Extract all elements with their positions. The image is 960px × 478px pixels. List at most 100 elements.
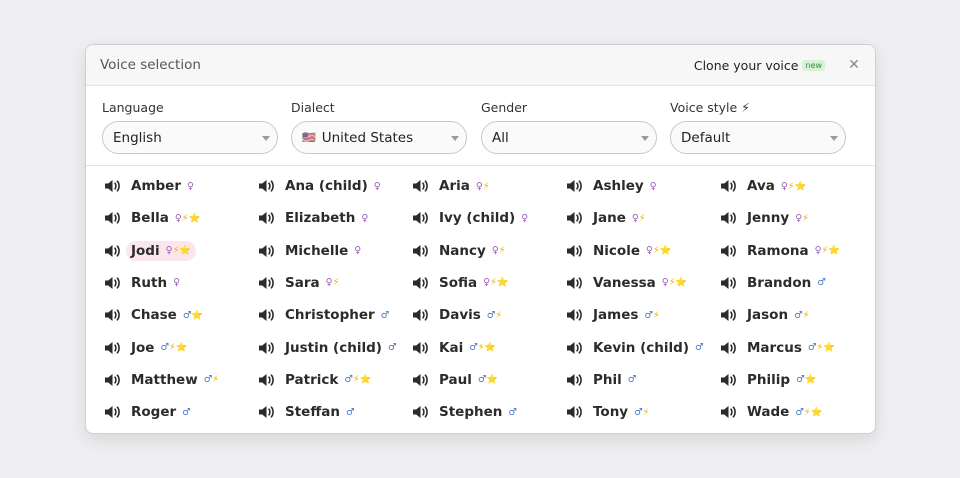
voice-name-wrap[interactable]: Nancy ♀ ⚡ xyxy=(434,241,510,261)
voice-name-wrap[interactable]: Kevin (child) ♂ xyxy=(588,338,709,358)
voice-item[interactable]: Joe ♂ ⚡ ⭐ xyxy=(104,336,193,360)
speaker-icon[interactable] xyxy=(258,307,276,323)
voice-name-wrap[interactable]: Brandon ♂ xyxy=(742,273,831,293)
voice-name-wrap[interactable]: Steffan ♂ xyxy=(280,402,360,422)
voice-item[interactable]: Kevin (child) ♂ xyxy=(566,336,709,360)
voice-item[interactable]: Jason ♂ ⚡ xyxy=(720,303,814,327)
speaker-icon[interactable] xyxy=(412,243,430,259)
speaker-icon[interactable] xyxy=(720,372,738,388)
speaker-icon[interactable] xyxy=(412,178,430,194)
voice-style-select[interactable]: Default xyxy=(670,121,846,154)
speaker-icon[interactable] xyxy=(104,372,122,388)
voice-item[interactable]: Nancy ♀ ⚡ xyxy=(412,239,510,263)
voice-item[interactable]: Ramona ♀ ⚡ ⭐ xyxy=(720,239,845,263)
voice-item[interactable]: Patrick ♂ ⚡ ⭐ xyxy=(258,368,376,392)
speaker-icon[interactable] xyxy=(720,210,738,226)
voice-item[interactable]: Wade ♂ ⚡ ⭐ xyxy=(720,400,827,424)
voice-name-wrap[interactable]: Sara ♀ ⚡ xyxy=(280,273,344,293)
voice-name-wrap[interactable]: Tony ♂ ⚡ xyxy=(588,402,654,422)
speaker-icon[interactable] xyxy=(104,307,122,323)
speaker-icon[interactable] xyxy=(720,243,738,259)
language-select[interactable]: English xyxy=(102,121,278,154)
speaker-icon[interactable] xyxy=(412,307,430,323)
voice-name-wrap[interactable]: Wade ♂ ⚡ ⭐ xyxy=(742,402,827,422)
voice-name-wrap[interactable]: Justin (child) ♂ xyxy=(280,338,401,358)
speaker-icon[interactable] xyxy=(258,404,276,420)
voice-item[interactable]: Davis ♂ ⚡ xyxy=(412,303,507,327)
voice-name-wrap[interactable]: Jenny ♀ ⚡ xyxy=(742,208,814,228)
voice-name-wrap[interactable]: Bella ♀ ⚡ ⭐ xyxy=(126,208,205,228)
clone-voice-label[interactable]: Clone your voice xyxy=(694,58,799,73)
voice-item[interactable]: James ♂ ⚡ xyxy=(566,303,665,327)
voice-item[interactable]: Phil ♂ xyxy=(566,368,641,392)
speaker-icon[interactable] xyxy=(104,210,122,226)
voice-name-wrap[interactable]: Chase ♂ ⭐ xyxy=(126,305,208,325)
voice-item[interactable]: Ashley ♀ xyxy=(566,174,662,198)
speaker-icon[interactable] xyxy=(720,307,738,323)
speaker-icon[interactable] xyxy=(566,178,584,194)
voice-name-wrap[interactable]: Ashley ♀ xyxy=(588,176,662,196)
voice-name-wrap[interactable]: Jason ♂ ⚡ xyxy=(742,305,814,325)
dialect-select[interactable]: 🇺🇸 United States xyxy=(291,121,467,154)
voice-name-wrap[interactable]: Roger ♂ xyxy=(126,402,196,422)
voice-item[interactable]: Brandon ♂ xyxy=(720,271,831,295)
voice-name-wrap[interactable]: Marcus ♂ ⚡ ⭐ xyxy=(742,338,840,358)
voice-name-wrap[interactable]: Sofia ♀ ⚡ ⭐ xyxy=(434,273,514,293)
voice-name-wrap[interactable]: Aria ♀ ⚡ xyxy=(434,176,494,196)
voice-name-wrap[interactable]: Paul ♂ ⭐ xyxy=(434,370,503,390)
speaker-icon[interactable] xyxy=(566,340,584,356)
speaker-icon[interactable] xyxy=(104,404,122,420)
gender-select[interactable]: All xyxy=(481,121,657,154)
speaker-icon[interactable] xyxy=(566,404,584,420)
voice-name-wrap[interactable]: Elizabeth ♀ xyxy=(280,208,373,228)
speaker-icon[interactable] xyxy=(258,178,276,194)
voice-item[interactable]: Bella ♀ ⚡ ⭐ xyxy=(104,206,205,230)
speaker-icon[interactable] xyxy=(412,210,430,226)
speaker-icon[interactable] xyxy=(412,372,430,388)
speaker-icon[interactable] xyxy=(566,243,584,259)
voice-name-wrap[interactable]: Michelle ♀ xyxy=(280,241,366,261)
voice-item[interactable]: Ivy (child) ♀ xyxy=(412,206,533,230)
speaker-icon[interactable] xyxy=(566,210,584,226)
voice-item[interactable]: Ruth ♀ xyxy=(104,271,185,295)
speaker-icon[interactable] xyxy=(104,275,122,291)
clone-voice-link[interactable]: Clone your voice new xyxy=(694,58,847,73)
voice-item[interactable]: Philip ♂ ⭐ xyxy=(720,368,821,392)
speaker-icon[interactable] xyxy=(258,275,276,291)
voice-item[interactable]: Amber ♀ xyxy=(104,174,199,198)
voice-name-wrap[interactable]: Christopher ♂ xyxy=(280,305,394,325)
voice-item[interactable]: Kai ♂ ⚡ ⭐ xyxy=(412,336,501,360)
voice-item[interactable]: Christopher ♂ xyxy=(258,303,394,327)
speaker-icon[interactable] xyxy=(104,178,122,194)
speaker-icon[interactable] xyxy=(566,372,584,388)
voice-item[interactable]: Matthew ♂ ⚡ xyxy=(104,368,224,392)
voice-name-wrap[interactable]: Ramona ♀ ⚡ ⭐ xyxy=(742,241,845,261)
voice-item[interactable]: Justin (child) ♂ xyxy=(258,336,401,360)
voice-item[interactable]: Marcus ♂ ⚡ ⭐ xyxy=(720,336,840,360)
speaker-icon[interactable] xyxy=(720,404,738,420)
voice-name-wrap[interactable]: Kai ♂ ⚡ ⭐ xyxy=(434,338,501,358)
voice-name-wrap[interactable]: Davis ♂ ⚡ xyxy=(434,305,507,325)
speaker-icon[interactable] xyxy=(258,243,276,259)
voice-name-wrap[interactable]: Ana (child) ♀ xyxy=(280,176,386,196)
speaker-icon[interactable] xyxy=(566,307,584,323)
speaker-icon[interactable] xyxy=(104,340,122,356)
voice-name-wrap[interactable]: Joe ♂ ⚡ ⭐ xyxy=(126,338,193,358)
voice-name-wrap[interactable]: Phil ♂ xyxy=(588,370,641,390)
voice-item[interactable]: Ana (child) ♀ xyxy=(258,174,386,198)
voice-item[interactable]: Sofia ♀ ⚡ ⭐ xyxy=(412,271,514,295)
voice-name-wrap[interactable]: Philip ♂ ⭐ xyxy=(742,370,821,390)
voice-item[interactable]: Chase ♂ ⭐ xyxy=(104,303,208,327)
voice-name-wrap[interactable]: Stephen ♂ xyxy=(434,402,522,422)
voice-name-wrap[interactable]: Matthew ♂ ⚡ xyxy=(126,370,224,390)
voice-item[interactable]: Nicole ♀ ⚡ ⭐ xyxy=(566,239,676,263)
speaker-icon[interactable] xyxy=(720,340,738,356)
voice-name-wrap[interactable]: Amber ♀ xyxy=(126,176,199,196)
speaker-icon[interactable] xyxy=(412,404,430,420)
voice-item[interactable]: Michelle ♀ xyxy=(258,239,366,263)
voice-name-wrap[interactable]: James ♂ ⚡ xyxy=(588,305,665,325)
voice-item[interactable]: Jane ♀ ⚡ xyxy=(566,206,651,230)
voice-item[interactable]: Roger ♂ xyxy=(104,400,196,424)
voice-name-wrap[interactable]: Vanessa ♀ ⚡ ⭐ xyxy=(588,273,692,293)
voice-item[interactable]: Paul ♂ ⭐ xyxy=(412,368,503,392)
